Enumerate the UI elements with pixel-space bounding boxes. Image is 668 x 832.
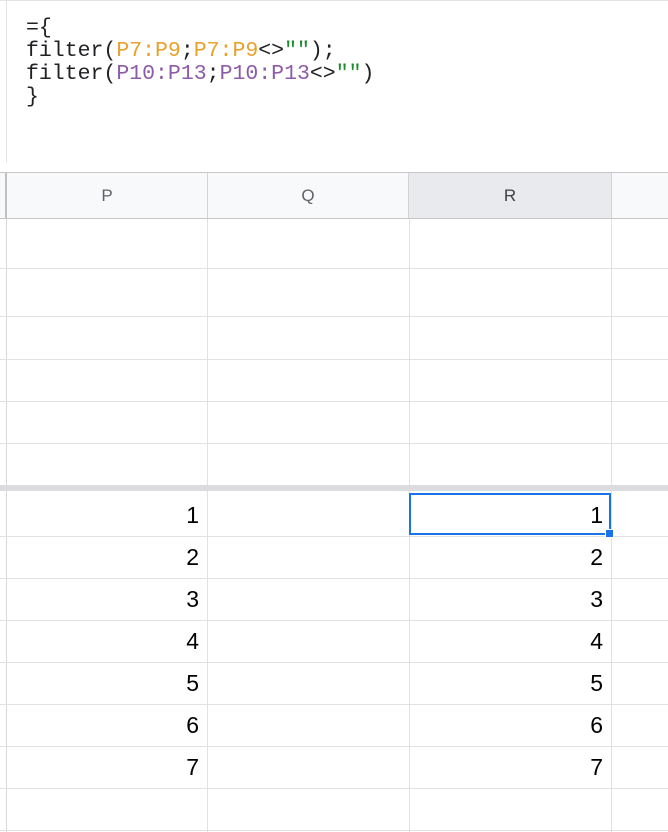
formula-fn: filter(	[26, 62, 117, 86]
string-literal: ""	[335, 62, 362, 86]
column-header-q[interactable]: Q	[208, 173, 409, 218]
gridline	[0, 788, 668, 789]
column-header-p[interactable]: P	[7, 173, 208, 218]
column-header-row: P Q R	[0, 172, 668, 219]
gridline	[207, 219, 208, 832]
formula-line-2: filter(P7:P9;P7:P9<>"");	[26, 39, 336, 63]
cell-r-value[interactable]: 5	[410, 663, 611, 704]
formula-operator: <>	[309, 62, 336, 86]
cell-p-value[interactable]: 3	[7, 579, 207, 620]
formula-line-1: ={	[26, 16, 52, 40]
range-ref: P10:P13	[219, 62, 310, 86]
cell-p-value[interactable]: 4	[7, 621, 207, 662]
gridline	[0, 268, 668, 269]
cell-p-value[interactable]: 5	[7, 663, 207, 704]
formula-text[interactable]: ={ filter(P7:P9;P7:P9<>""); filter(P10:P…	[26, 17, 374, 109]
formula-line-4: }	[26, 85, 39, 109]
gridline	[0, 443, 668, 444]
gridline	[0, 830, 668, 831]
cell-r-value[interactable]: 4	[410, 621, 611, 662]
gridline	[0, 359, 668, 360]
formula-end: )	[361, 62, 375, 86]
cell-r-value[interactable]: 6	[410, 705, 611, 746]
formula-end: );	[309, 39, 336, 63]
formula-fn: filter(	[26, 39, 117, 63]
cell-p-value[interactable]: 2	[7, 537, 207, 578]
formula-separator: ;	[180, 39, 194, 63]
formula-line-3: filter(P10:P13;P10:P13<>"")	[26, 62, 374, 86]
range-ref: P10:P13	[116, 62, 207, 86]
string-literal: ""	[284, 39, 310, 63]
formula-bar[interactable]: ={ filter(P7:P9;P7:P9<>""); filter(P10:P…	[0, 0, 668, 170]
column-header-r[interactable]: R	[409, 173, 612, 218]
cell-p-value[interactable]: 6	[7, 705, 207, 746]
select-all-corner[interactable]	[0, 173, 7, 218]
cell-r-value[interactable]: 7	[410, 747, 611, 788]
gridline	[611, 219, 612, 832]
cell-p-value[interactable]: 1	[7, 495, 207, 536]
fill-handle[interactable]	[605, 529, 614, 538]
range-ref: P7:P9	[193, 39, 259, 63]
gridline	[0, 401, 668, 402]
row-header-edge	[0, 219, 7, 832]
formula-separator: ;	[206, 62, 220, 86]
cell-p-value[interactable]: 7	[7, 747, 207, 788]
active-cell-selection[interactable]	[409, 493, 611, 535]
cell-grid[interactable]: 1 2 3 4 5 6 7 1 2 3 4 5 6 7	[0, 219, 668, 832]
cell-r-value[interactable]: 2	[410, 537, 611, 578]
formula-bar-divider	[6, 1, 7, 163]
cell-r-value[interactable]: 3	[410, 579, 611, 620]
formula-operator: <>	[258, 39, 285, 63]
gridline	[0, 316, 668, 317]
range-ref: P7:P9	[116, 39, 181, 63]
frozen-rows-separator[interactable]	[0, 485, 668, 491]
